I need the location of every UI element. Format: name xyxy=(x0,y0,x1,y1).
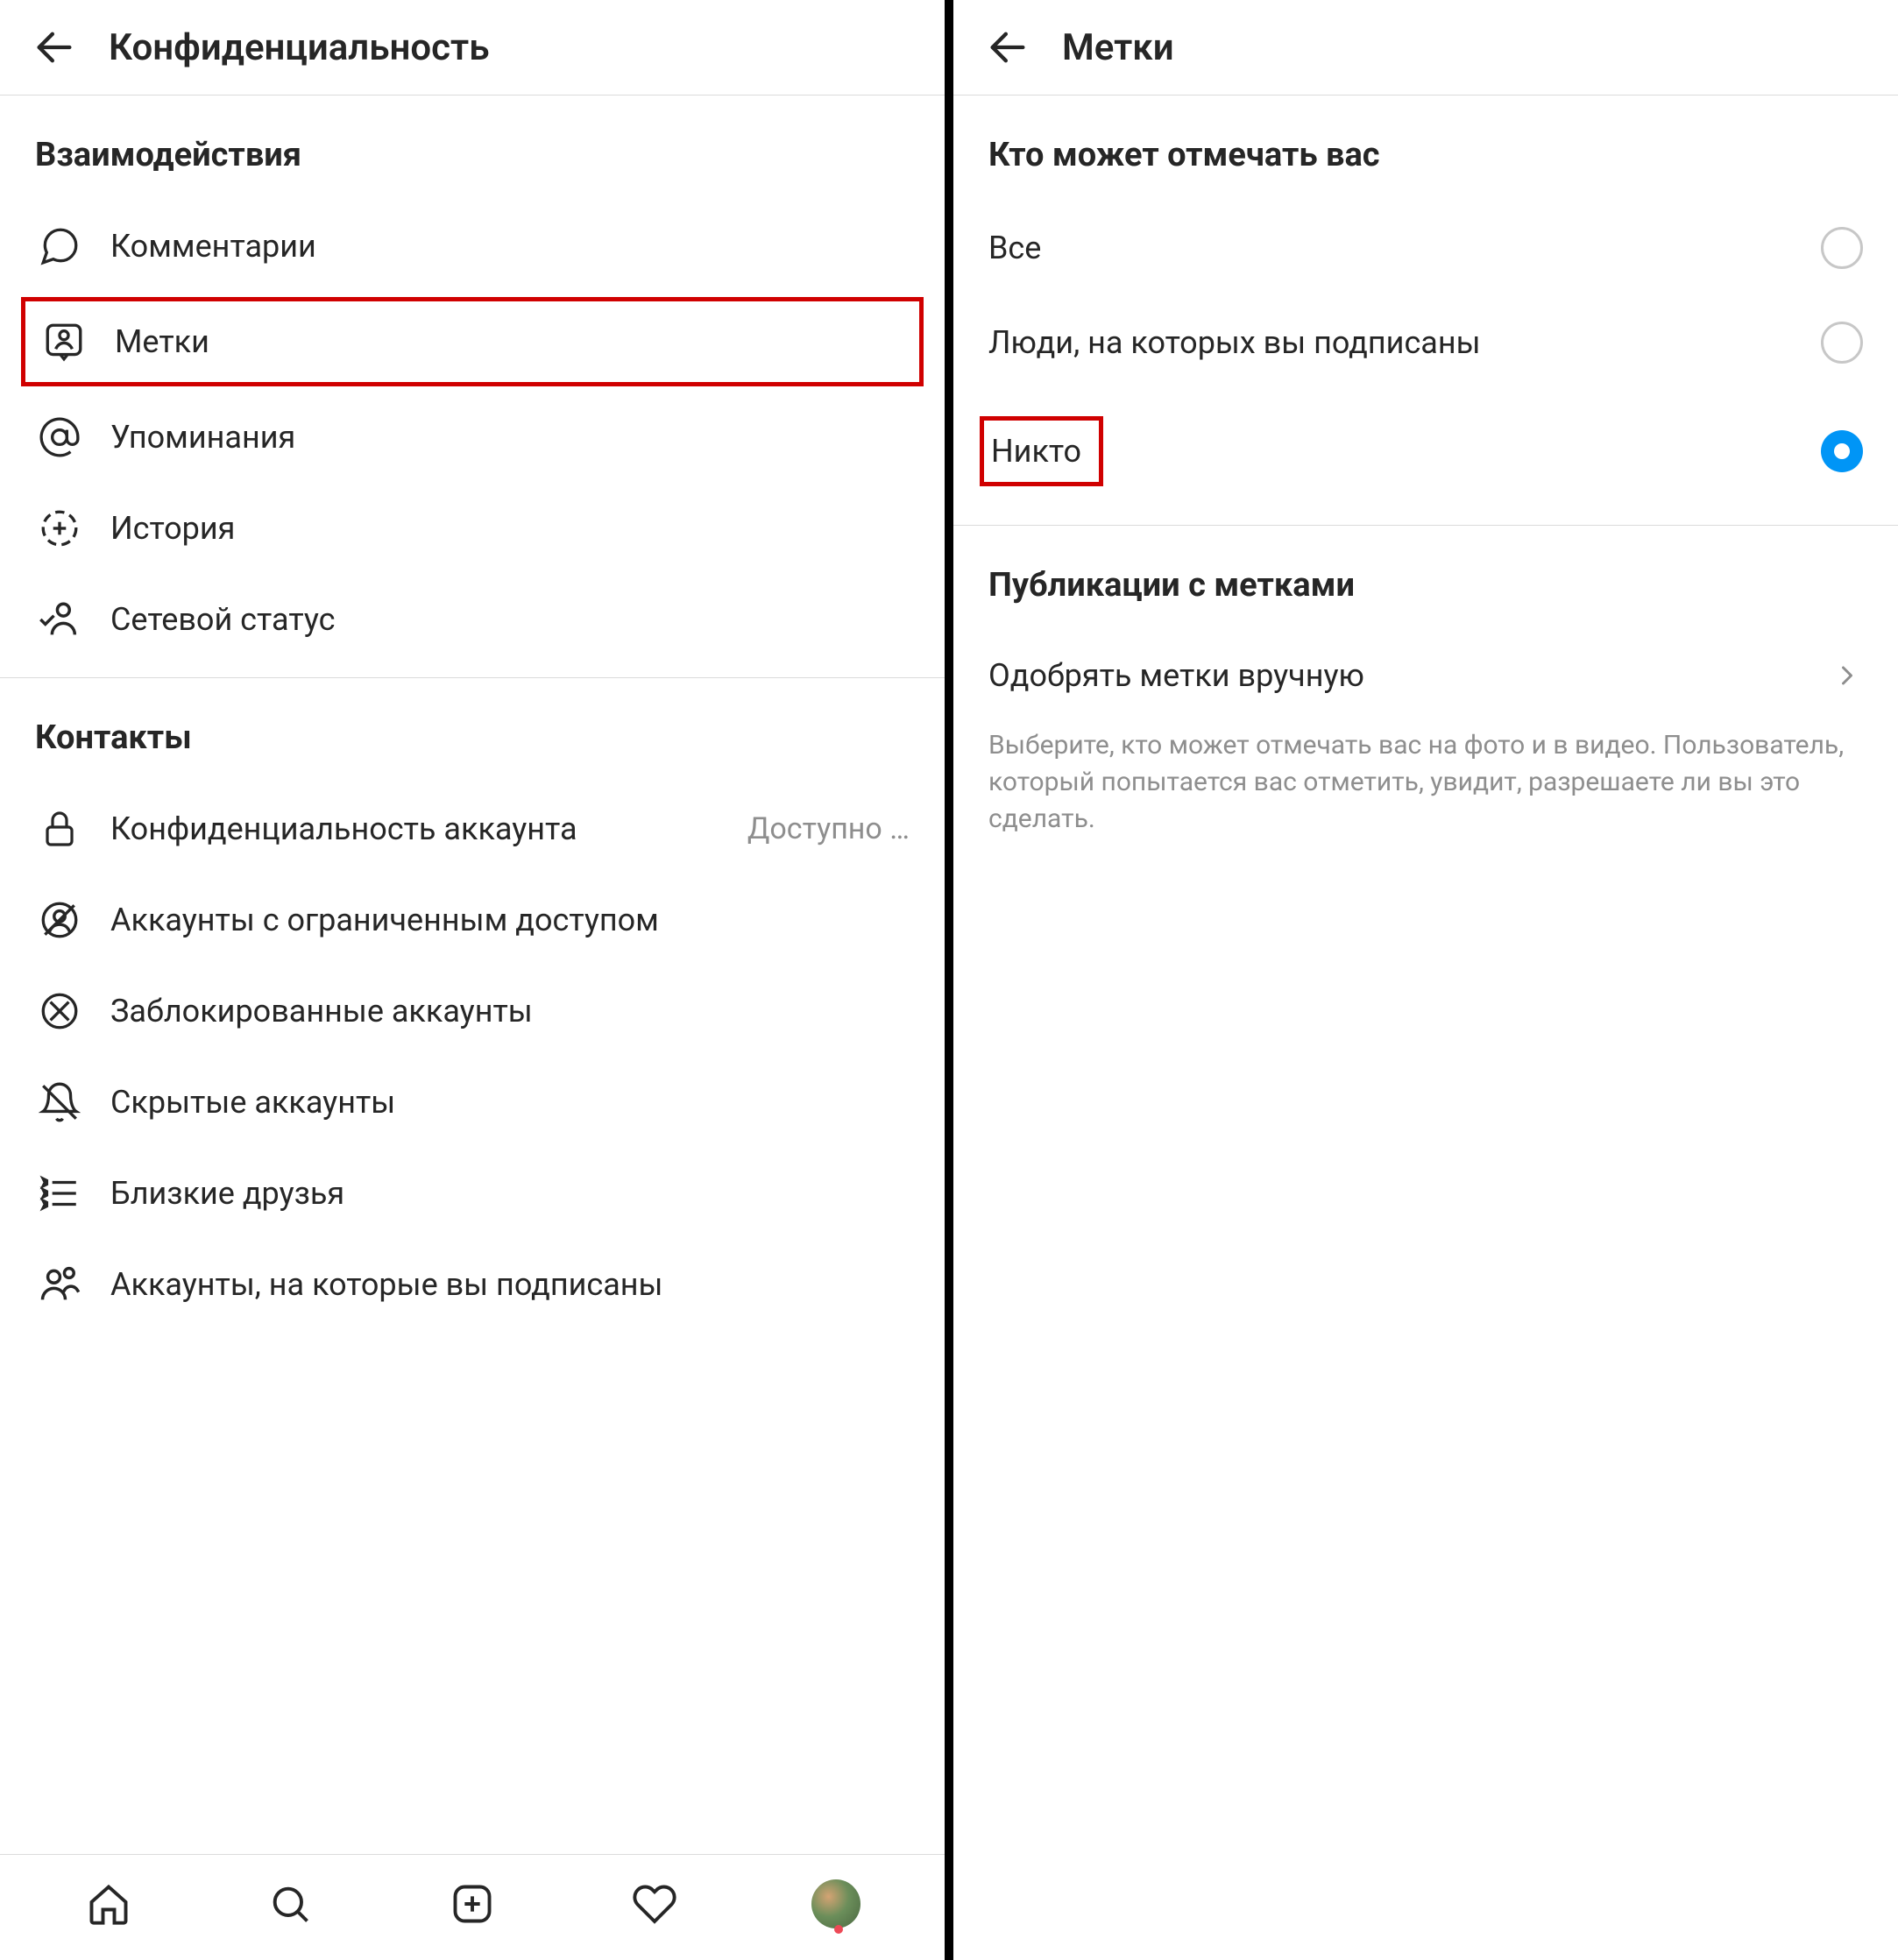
item-label: Одобрять метки вручную xyxy=(988,657,1364,694)
item-secondary: Доступно … xyxy=(747,811,910,846)
radio-label: Никто xyxy=(991,433,1081,470)
back-arrow-icon[interactable] xyxy=(32,25,77,70)
section-contacts-title: Контакты xyxy=(0,678,945,783)
item-label: Скрытые аккаунты xyxy=(110,1084,910,1121)
item-label: Заблокированные аккаунты xyxy=(110,993,910,1030)
radio-label: Все xyxy=(988,230,1041,266)
radio-icon xyxy=(1821,227,1863,269)
radio-everyone[interactable]: Все xyxy=(953,201,1898,295)
chevron-right-icon xyxy=(1831,660,1863,691)
add-post-icon[interactable] xyxy=(448,1879,497,1928)
item-tags[interactable]: Метки xyxy=(21,297,924,386)
tag-person-icon xyxy=(39,317,89,366)
item-muted[interactable]: Скрытые аккаунты xyxy=(0,1057,945,1148)
profile-avatar[interactable] xyxy=(811,1879,860,1928)
item-comments[interactable]: Комментарии xyxy=(0,201,945,292)
restricted-icon xyxy=(35,895,84,945)
item-label: Упоминания xyxy=(110,419,910,456)
radio-icon xyxy=(1821,322,1863,364)
tags-settings-screen: Метки Кто может отмечать вас Все Люди, н… xyxy=(953,0,1898,1960)
item-label: Сетевой статус xyxy=(110,601,910,638)
item-label: Аккаунты с ограниченным доступом xyxy=(110,902,910,938)
back-arrow-icon[interactable] xyxy=(985,25,1030,70)
radio-nobody[interactable]: Никто xyxy=(953,390,1898,513)
item-label: Конфиденциальность аккаунта xyxy=(110,810,721,847)
section-tagged-posts: Публикации с метками xyxy=(953,526,1898,631)
highlight-box: Никто xyxy=(980,416,1103,486)
page-title: Конфиденциальность xyxy=(109,26,490,69)
help-text: Выберите, кто может отмечать вас на фото… xyxy=(953,720,1898,873)
section-interactions-title: Взаимодействия xyxy=(0,96,945,201)
item-blocked[interactable]: Заблокированные аккаунты xyxy=(0,966,945,1057)
muted-bell-icon xyxy=(35,1078,84,1127)
item-mentions[interactable]: Упоминания xyxy=(0,392,945,483)
item-close-friends[interactable]: Близкие друзья xyxy=(0,1148,945,1239)
item-label: Аккаунты, на которые вы подписаны xyxy=(110,1266,910,1303)
header: Метки xyxy=(953,0,1898,96)
item-label: Близкие друзья xyxy=(110,1175,910,1212)
blocked-icon xyxy=(35,987,84,1036)
radio-label: Люди, на которых вы подписаны xyxy=(988,324,1481,361)
item-label: Комментарии xyxy=(110,228,910,265)
home-icon[interactable] xyxy=(84,1879,133,1928)
item-restricted[interactable]: Аккаунты с ограниченным доступом xyxy=(0,874,945,966)
at-icon xyxy=(35,413,84,462)
item-story[interactable]: История xyxy=(0,483,945,574)
search-icon[interactable] xyxy=(266,1879,315,1928)
header: Конфиденциальность xyxy=(0,0,945,96)
item-label: Метки xyxy=(115,323,905,360)
close-friends-icon xyxy=(35,1169,84,1218)
comment-icon xyxy=(35,222,84,271)
following-icon xyxy=(35,1260,84,1309)
page-title: Метки xyxy=(1062,26,1174,69)
item-following[interactable]: Аккаунты, на которые вы подписаны xyxy=(0,1239,945,1330)
radio-icon-selected xyxy=(1821,430,1863,472)
item-approve-manually[interactable]: Одобрять метки вручную xyxy=(953,631,1898,720)
item-account-privacy[interactable]: Конфиденциальность аккаунта Доступно … xyxy=(0,783,945,874)
activity-heart-icon[interactable] xyxy=(630,1879,679,1928)
story-add-icon xyxy=(35,504,84,553)
bottom-nav xyxy=(0,1854,945,1960)
item-activity-status[interactable]: Сетевой статус xyxy=(0,574,945,665)
section-who-can-tag: Кто может отмечать вас xyxy=(953,96,1898,201)
radio-following[interactable]: Люди, на которых вы подписаны xyxy=(953,295,1898,390)
privacy-settings-screen: Конфиденциальность Взаимодействия Коммен… xyxy=(0,0,953,1960)
status-icon xyxy=(35,595,84,644)
lock-icon xyxy=(35,804,84,853)
item-label: История xyxy=(110,510,910,547)
